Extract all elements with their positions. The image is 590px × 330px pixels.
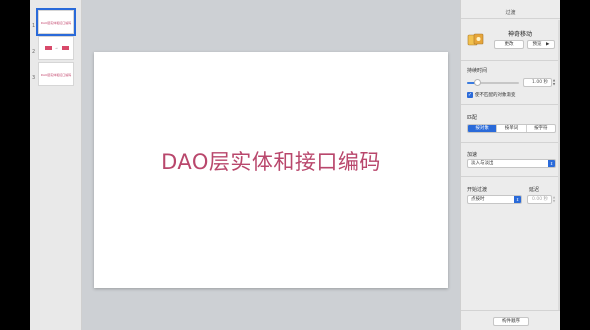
transition-inspector: 过渡 神奇移动 更改 预览 ▶ 持续时间 1.00 秒 ▲ ▼ ✓ 使不匹配的对象… <box>460 0 560 330</box>
divider <box>461 104 560 105</box>
duration-slider-knob[interactable] <box>473 79 481 86</box>
slide-thumbnail[interactable]: DAO层实体和接口编码 <box>36 8 76 36</box>
divider <box>461 18 560 19</box>
start-transition-select[interactable]: 点按时 ⇕ <box>467 195 522 204</box>
slide-thumbnail[interactable]: → <box>38 36 74 60</box>
duration-label: 持续时间 <box>467 68 488 74</box>
preview-button[interactable]: 预览 ▶ <box>527 40 555 49</box>
duration-slider[interactable] <box>467 79 519 86</box>
slide-thumbnail-row[interactable]: 3 DAO层实体和接口编码 <box>30 62 82 88</box>
change-effect-button[interactable]: 更改 <box>494 40 524 49</box>
delay-field[interactable]: 0.00 秒 <box>527 195 552 204</box>
match-label: 匹配 <box>467 115 478 121</box>
thumbnail-title: DAO层实体和接口编码 <box>40 21 72 25</box>
slide-number: 2 <box>32 49 36 55</box>
acceleration-select[interactable]: 淡入与淡出 ⇕ <box>467 159 556 168</box>
fade-checkbox[interactable]: ✓ <box>467 92 473 98</box>
slide-thumbnail-row[interactable]: 2 → <box>30 36 82 62</box>
divider <box>461 310 560 311</box>
slide-thumbnail[interactable]: DAO层实体和接口编码 <box>38 62 74 86</box>
preview-label: 预览 <box>532 42 542 47</box>
divider <box>461 60 560 61</box>
match-option-characters[interactable]: 按字符 <box>527 125 555 132</box>
chevron-updown-icon: ⇕ <box>548 160 555 167</box>
duration-stepper[interactable]: ▲ ▼ <box>552 78 556 87</box>
thumbnail-arrow: → <box>55 46 58 50</box>
panel-title: 过渡 <box>505 10 516 16</box>
slide-number: 3 <box>32 75 36 81</box>
delay-stepper[interactable]: ▲ ▼ <box>552 195 556 204</box>
acceleration-label: 加速 <box>467 152 478 158</box>
start-transition-value: 点按时 <box>471 197 485 202</box>
fade-checkbox-label: 使不匹配的对象渐变 <box>475 93 516 98</box>
divider <box>461 176 560 177</box>
slide-number: 1 <box>32 23 36 29</box>
duration-field[interactable]: 1.00 秒 <box>523 78 552 87</box>
start-transition-label: 开始过渡 <box>467 187 488 193</box>
thumbnail-box <box>62 46 69 50</box>
match-segmented-control[interactable]: 按对象 按单词 按字符 <box>467 124 556 133</box>
divider <box>461 142 560 143</box>
slide-title[interactable]: DAO层实体和接口编码 <box>94 146 448 176</box>
app-window: 1 DAO层实体和接口编码 2 → 3 DAO层实体和接口编码 DAO层实体和接… <box>30 0 560 330</box>
slide-navigator: 1 DAO层实体和接口编码 2 → 3 DAO层实体和接口编码 <box>30 0 82 330</box>
match-option-objects[interactable]: 按对象 <box>468 125 498 132</box>
effect-name: 神奇移动 <box>508 31 533 38</box>
acceleration-value: 淡入与淡出 <box>471 161 494 166</box>
thumbnail-box <box>45 46 52 50</box>
inspector-scrollbar[interactable] <box>558 20 560 310</box>
delay-label: 延迟 <box>529 187 540 193</box>
slide-canvas-area: DAO层实体和接口编码 <box>82 0 460 330</box>
build-order-button[interactable]: 构件顺序 <box>493 317 529 326</box>
slide-canvas[interactable]: DAO层实体和接口编码 <box>94 52 448 288</box>
match-option-words[interactable]: 按单词 <box>497 125 527 132</box>
magic-move-icon <box>467 33 484 46</box>
play-icon: ▶ <box>545 42 550 47</box>
slide-thumbnail-row[interactable]: 1 DAO层实体和接口编码 <box>30 8 82 36</box>
chevron-updown-icon: ⇕ <box>514 196 521 203</box>
thumbnail-title: DAO层实体和接口编码 <box>40 73 72 77</box>
